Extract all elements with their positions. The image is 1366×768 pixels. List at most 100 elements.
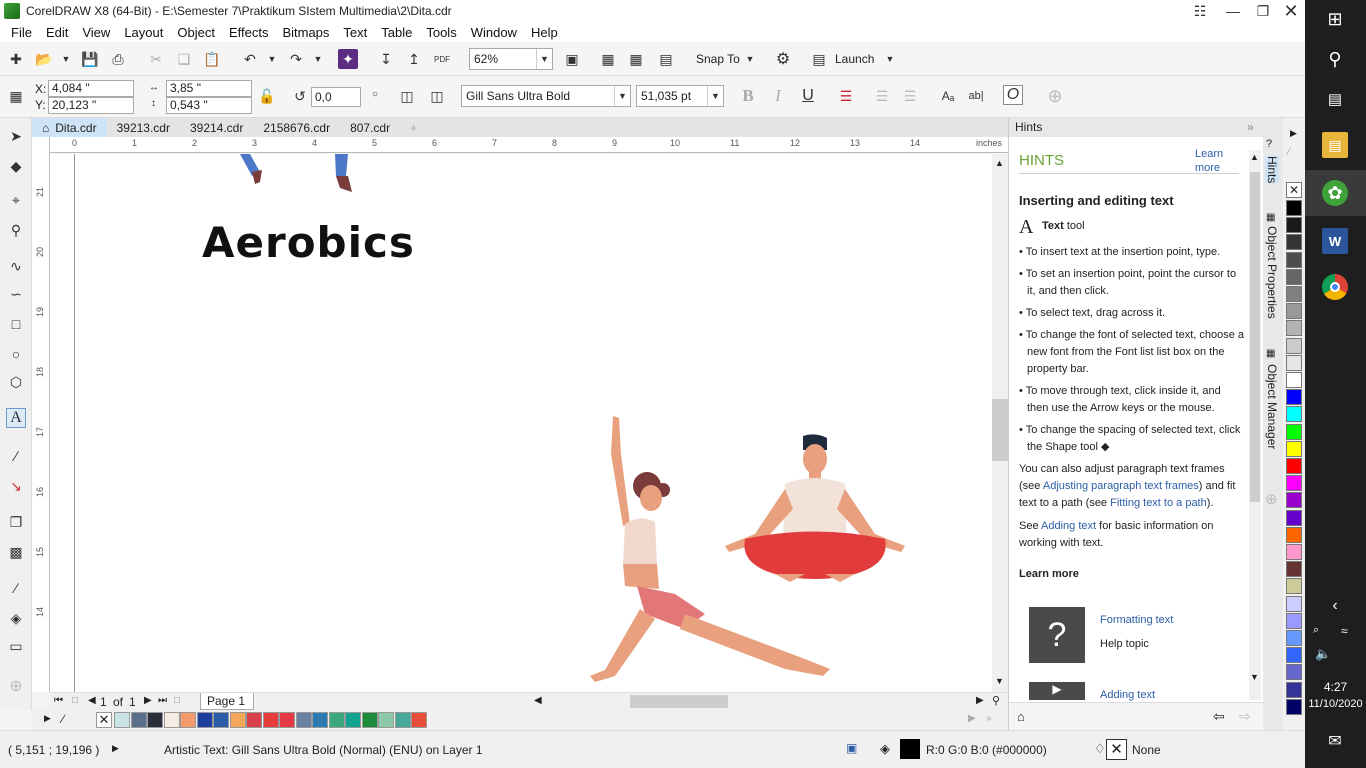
undo-icon[interactable]: ↶ (240, 49, 260, 69)
snap-to-chevron-icon[interactable]: ▼ (740, 49, 760, 69)
close-button[interactable]: ✕ (1276, 0, 1306, 22)
file-explorer-icon[interactable]: ▤ (1322, 132, 1348, 158)
adding-text-card-link[interactable]: Adding text (1100, 689, 1155, 701)
color-swatch[interactable] (1286, 492, 1302, 509)
forward-arrow-icon[interactable]: ⇨ (1239, 708, 1251, 725)
last-page-icon[interactable]: ⏭ (158, 695, 167, 706)
color-swatch[interactable] (262, 712, 279, 728)
outline-none-swatch[interactable]: ✕ (1106, 739, 1127, 760)
color-swatch[interactable] (1286, 664, 1302, 681)
minimize-button[interactable]: — (1218, 0, 1248, 22)
color-swatch[interactable] (163, 712, 180, 728)
color-swatch[interactable] (411, 712, 427, 728)
scroll-down-icon[interactable]: ▼ (995, 676, 1004, 686)
interactive-fill-tool-icon[interactable]: ◈ (6, 608, 26, 628)
network-icon[interactable]: ⌕ (1313, 624, 1319, 637)
show-guidelines-icon[interactable]: ▤ (656, 49, 676, 69)
tab-hints[interactable]: Hints (1265, 156, 1279, 184)
legs-illustration[interactable] (230, 154, 370, 196)
menu-text[interactable]: Text (336, 25, 374, 40)
scroll-right-icon[interactable]: ▶ (976, 695, 984, 706)
add-page-before-icon[interactable]: □ (72, 695, 78, 706)
menu-object[interactable]: Object (170, 25, 222, 40)
color-swatch[interactable] (295, 712, 312, 728)
font-size-combo[interactable]: 51,035 pt ▼ (636, 85, 724, 107)
color-swatch[interactable] (394, 712, 411, 728)
color-swatch[interactable] (1286, 268, 1302, 285)
open-dropdown-icon[interactable]: ▼ (56, 49, 76, 69)
docker-scroll-up-icon[interactable]: ▲ (1250, 152, 1259, 162)
color-swatch[interactable] (1286, 561, 1302, 578)
width-field[interactable]: 3,85 " (166, 80, 252, 97)
mirror-vertical-icon[interactable]: ◫ (427, 86, 447, 106)
tab-39214[interactable]: 39214.cdr (180, 118, 253, 137)
color-swatch[interactable] (1286, 458, 1302, 474)
tab-object-manager[interactable]: Object Manager (1265, 364, 1279, 449)
color-swatch[interactable] (279, 712, 295, 728)
export-icon[interactable]: ↥ (404, 49, 424, 69)
save-icon[interactable]: 💾 (80, 49, 100, 69)
menu-help[interactable]: Help (524, 25, 565, 40)
show-hidden-icons-icon[interactable]: ‹ (1322, 593, 1348, 619)
color-swatch[interactable] (1286, 406, 1302, 423)
color-swatch[interactable] (196, 712, 213, 728)
menu-effects[interactable]: Effects (222, 25, 276, 40)
tab-807[interactable]: 807.cdr (340, 118, 400, 137)
color-swatch[interactable] (361, 712, 378, 728)
color-swatch[interactable] (1286, 509, 1302, 526)
zoom-level-combo[interactable]: 62% ▼ (469, 48, 553, 70)
help-question-icon[interactable]: ? (1029, 607, 1085, 663)
color-swatch[interactable] (1286, 372, 1302, 388)
hscroll-thumb[interactable] (630, 695, 728, 708)
open-icon[interactable]: 📂 (34, 49, 54, 69)
text-alignment-icon[interactable]: ☰ (836, 86, 856, 106)
color-swatch[interactable] (328, 712, 345, 728)
copy-icon[interactable]: ❏ (174, 49, 194, 69)
connector-tool-icon[interactable]: ↘ (6, 476, 26, 496)
launch-chevron-icon[interactable]: ▼ (880, 49, 900, 69)
formatting-text-link[interactable]: Formatting text (1100, 614, 1173, 626)
color-swatch[interactable] (1286, 612, 1302, 629)
text-properties-icon[interactable]: Aₐ (938, 86, 958, 106)
parallel-dimension-tool-icon[interactable]: ∕ (6, 446, 26, 466)
color-swatch[interactable] (114, 712, 130, 728)
bullet-list-icon[interactable]: ☰ (872, 86, 892, 106)
meditating-man-illustration[interactable] (715, 434, 925, 594)
x-position-field[interactable]: 4,084 " (48, 80, 134, 97)
adding-text-link[interactable]: Adding text (1041, 520, 1096, 532)
show-rulers-icon[interactable]: ▦ (598, 49, 618, 69)
docker-scroll-down-icon[interactable]: ▼ (1250, 672, 1259, 682)
font-list-combo[interactable]: Gill Sans Ultra Bold ▼ (461, 85, 631, 107)
color-swatch[interactable] (147, 712, 163, 728)
video-play-icon[interactable]: ▶ (1029, 682, 1085, 700)
scroll-left-icon[interactable]: ◀ (534, 695, 542, 706)
menu-layout[interactable]: Layout (117, 25, 170, 40)
drop-cap-icon[interactable]: ☰ (900, 86, 920, 106)
freehand-tool-icon[interactable]: ∿ (6, 256, 26, 276)
color-swatch[interactable] (130, 712, 147, 728)
feedback-icon[interactable]: ☷ (1185, 0, 1215, 22)
color-swatch[interactable] (180, 712, 196, 728)
undo-dropdown-icon[interactable]: ▼ (262, 49, 282, 69)
tab-object-properties[interactable]: Object Properties (1265, 226, 1279, 319)
color-swatch[interactable] (1286, 578, 1302, 595)
import-icon[interactable]: ↧ (376, 49, 396, 69)
color-swatch[interactable] (1286, 423, 1302, 440)
color-eyedropper-tool-icon[interactable]: ∕ (6, 578, 26, 598)
wifi-icon[interactable]: ≈ (1341, 624, 1348, 638)
windows-start-icon[interactable]: ⊞ (1322, 6, 1348, 32)
color-swatch[interactable] (1286, 200, 1302, 216)
no-color-swatch[interactable]: ✕ (96, 712, 112, 728)
coreldraw-taskbar-icon[interactable]: ✿ (1322, 180, 1348, 206)
color-swatch[interactable] (1286, 286, 1302, 302)
fill-color-swatch[interactable] (900, 739, 920, 759)
scroll-thumb[interactable] (992, 399, 1008, 461)
docker-scroll-thumb[interactable] (1250, 172, 1260, 502)
color-swatch[interactable] (312, 712, 328, 728)
color-swatch[interactable] (378, 712, 394, 728)
search-icon[interactable]: ⚲ (1322, 46, 1348, 72)
palette-scroll-end-icon[interactable]: » (986, 713, 992, 724)
add-tab-icon[interactable]: + (400, 118, 427, 137)
next-page-icon[interactable]: ▶ (144, 695, 152, 706)
add-icon[interactable]: ⊕ (1045, 86, 1065, 106)
